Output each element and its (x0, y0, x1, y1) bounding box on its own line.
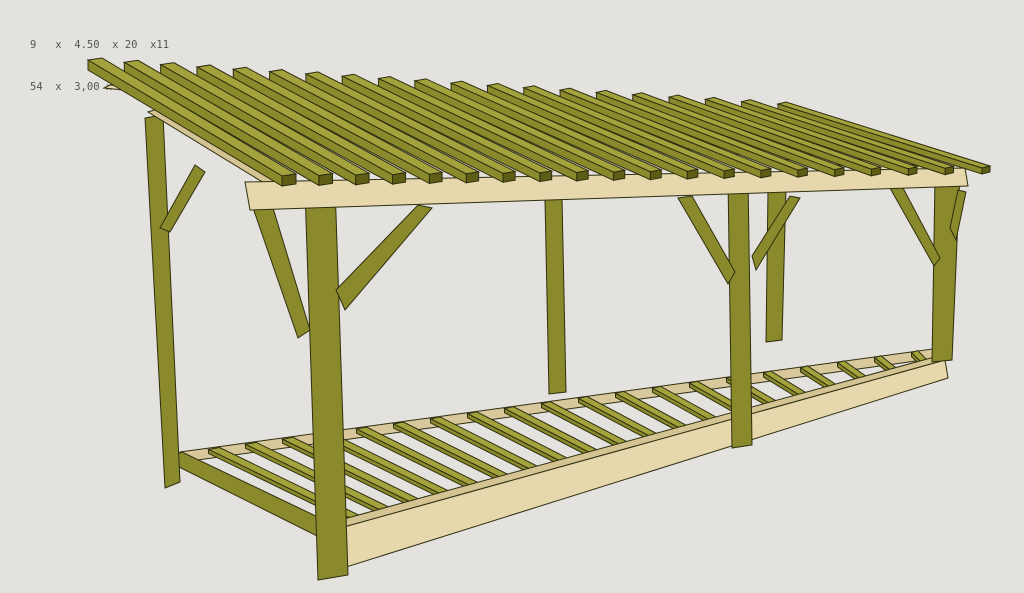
rafter-end (907, 166, 918, 176)
rafter-end (723, 168, 735, 180)
post-back-middle (544, 197, 567, 395)
rafter-end (613, 169, 626, 181)
rafter-end (981, 165, 991, 175)
rafter-end (355, 172, 370, 186)
brace (677, 195, 736, 285)
rafter-end (576, 170, 589, 182)
rafter-end (649, 169, 662, 181)
rafter-end (834, 167, 845, 178)
rafter-end (428, 171, 443, 185)
rafter-end (797, 167, 808, 178)
rafter-end (465, 171, 480, 184)
rafter-end (392, 172, 407, 185)
rafter-end (539, 170, 553, 183)
rafter-end (686, 168, 699, 180)
brace (335, 204, 433, 311)
rafter-end (502, 170, 516, 183)
brace (251, 197, 311, 339)
post-back-left (144, 114, 181, 489)
post-front-middle (727, 175, 753, 449)
rafter-end (281, 173, 297, 187)
rafters (86, 57, 992, 187)
rafter-end (760, 167, 772, 179)
rafter-end (318, 173, 334, 186)
brace (889, 185, 941, 267)
woodshed-3d-model (86, 57, 992, 581)
rafter-end (870, 166, 881, 177)
roof-frame (86, 57, 992, 211)
rafter-end (944, 165, 954, 176)
